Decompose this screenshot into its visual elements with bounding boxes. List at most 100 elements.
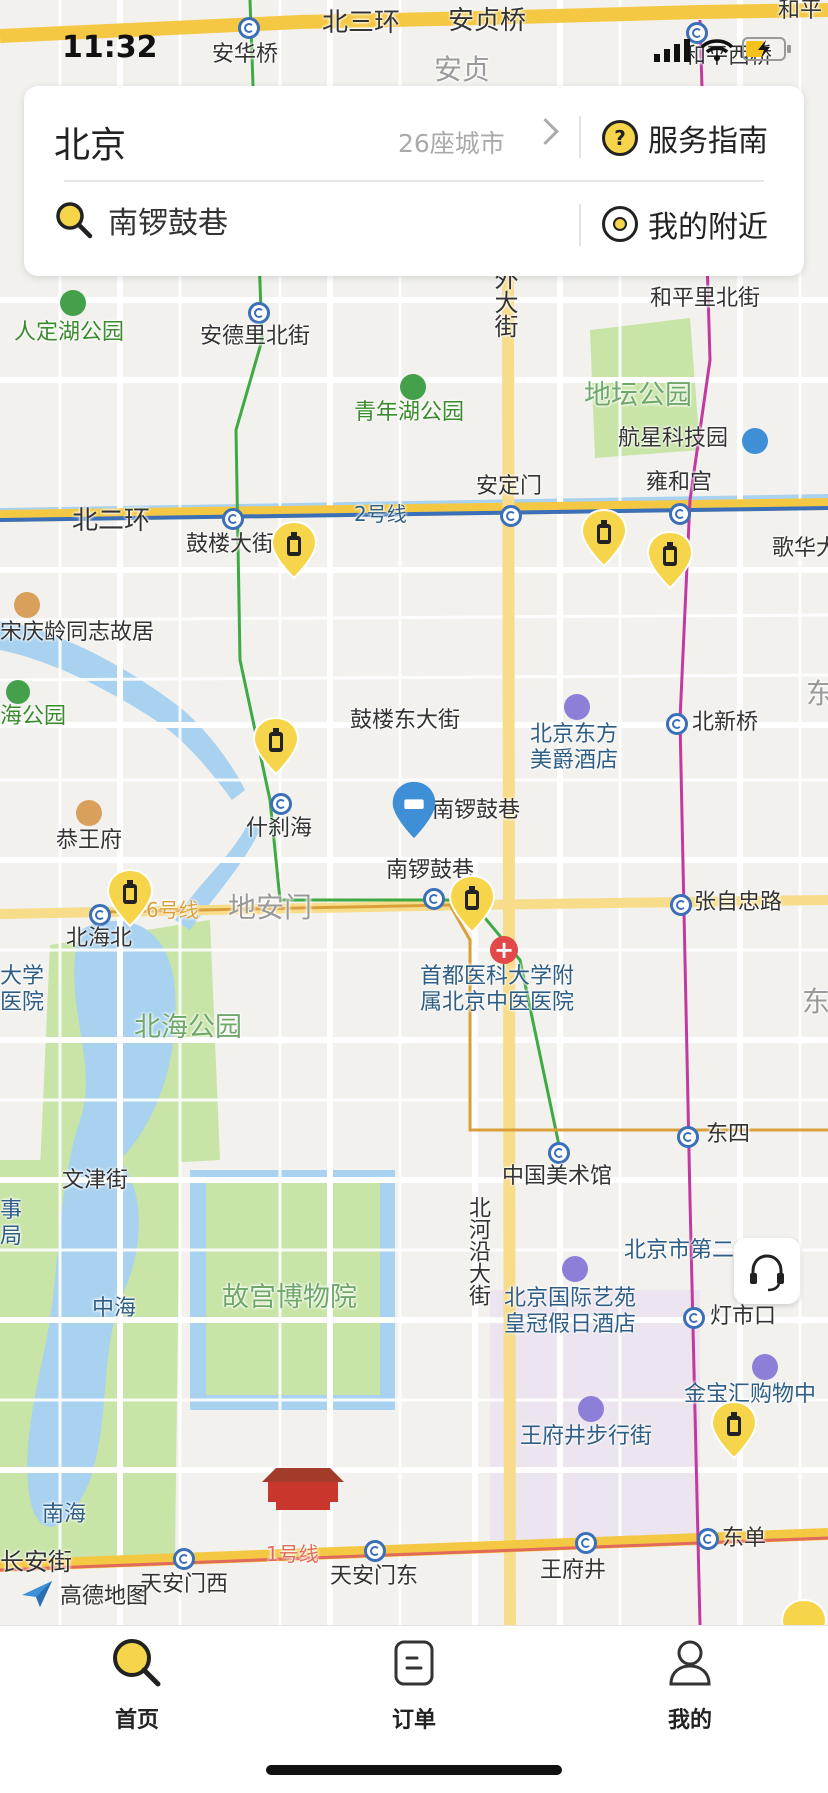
station-icon (548, 1142, 570, 1164)
search-icon (56, 202, 93, 239)
hospital-icon: + (490, 936, 518, 964)
tab-orders[interactable]: 订单 (334, 1636, 494, 1734)
destination-pin-icon[interactable] (390, 780, 438, 840)
home-indicator (266, 1765, 562, 1775)
map-label: 鼓楼东大街 (350, 708, 461, 733)
building-icon (742, 428, 768, 454)
city-selector[interactable]: 北京 (54, 116, 126, 168)
map-label: 青年湖公园 (354, 400, 465, 425)
search-card: 北京 26座城市 ? 服务指南 南锣鼓巷 我的附近 (24, 86, 804, 276)
luggage-locker-pin-icon[interactable] (252, 716, 300, 776)
map-label: 安定门 (476, 474, 543, 499)
station-icon (575, 1532, 597, 1554)
map-label: 北海北 (66, 926, 133, 951)
map-label: 属北京中医医院 (420, 990, 575, 1015)
map-label: 北京东方 (530, 722, 619, 747)
status-bar: 11:32 (0, 0, 828, 88)
search-input[interactable]: 南锣鼓巷 (54, 198, 228, 242)
status-time: 11:32 (62, 30, 158, 65)
map-label: 2号线 (354, 502, 407, 526)
map-label: 灯市口 (710, 1304, 777, 1329)
map-label: 北二环 (72, 506, 151, 536)
park-icon (60, 290, 86, 316)
station-icon (670, 894, 692, 916)
map-label: 雍和宫 (646, 470, 713, 495)
cellular-signal-icon (654, 39, 690, 62)
map-label: 王府井 (540, 1558, 607, 1583)
divider (579, 204, 581, 246)
luggage-locker-pin-icon[interactable] (270, 520, 318, 580)
station-icon (364, 1540, 386, 1562)
map-label: 南海 (42, 1502, 87, 1527)
help-icon: ? (602, 120, 638, 156)
map-label: 大学 (0, 964, 45, 989)
map-label: 北新桥 (692, 710, 759, 735)
service-guide-label: 服务指南 (648, 124, 768, 159)
locate-icon (602, 206, 638, 242)
home-search-icon (113, 1639, 161, 1687)
map-label: 安德里北街 (200, 324, 311, 349)
map-label: 北海公园 (134, 1012, 242, 1043)
luggage-locker-pin-icon[interactable] (106, 868, 154, 928)
map-label: 东 (802, 985, 828, 1018)
map-label: 宋庆龄同志故居 (0, 620, 155, 645)
station-icon (270, 793, 292, 815)
headset-icon (750, 1254, 784, 1292)
shopping-icon (752, 1354, 778, 1380)
map-label: 海公园 (0, 704, 67, 729)
tab-home-label: 首页 (114, 1708, 159, 1733)
map-label: 鼓楼大街 (186, 532, 275, 557)
chevron-right-icon[interactable] (532, 118, 559, 145)
map-label: 局 (0, 1224, 23, 1249)
shopping-icon (578, 1396, 604, 1422)
station-icon (683, 1307, 705, 1329)
luggage-locker-pin-icon[interactable] (646, 530, 694, 590)
city-count[interactable]: 26座城市 (398, 124, 505, 160)
map-label: 事 (0, 1198, 23, 1223)
divider (579, 116, 581, 158)
map-label: 地安门 (228, 891, 313, 924)
museum-icon (14, 592, 40, 618)
customer-service-button[interactable] (734, 1238, 800, 1304)
hotel-icon (564, 694, 590, 720)
orders-icon (394, 1640, 434, 1686)
station-icon (423, 888, 445, 910)
map-label: 人定湖公园 (14, 320, 125, 345)
station-icon (669, 503, 691, 525)
map-label: 美爵酒店 (530, 748, 619, 773)
map-label: 王府井步行街 (520, 1424, 653, 1449)
map-label: 东 (806, 677, 828, 710)
nearby-label: 我的附近 (648, 210, 768, 245)
luggage-locker-pin-icon[interactable] (448, 874, 496, 934)
wifi-icon (700, 39, 734, 61)
service-guide-button[interactable]: ? 服务指南 (602, 116, 768, 160)
station-icon (222, 508, 244, 530)
map-label: 天安门东 (330, 1564, 419, 1589)
tab-bar: 首页 订单 我的 (0, 1625, 828, 1793)
profile-icon (669, 1640, 711, 1686)
map-label: 长安街 (0, 1548, 72, 1576)
map-label: 和平里北街 (650, 286, 761, 311)
map-label: 文津街 (62, 1168, 129, 1193)
map-label: 东单 (722, 1526, 767, 1551)
station-icon (500, 505, 522, 527)
map-label: 南锣鼓巷 (432, 798, 521, 823)
map-label: 故宫博物院 (222, 1282, 357, 1313)
map-label: 首都医科大学附 (420, 964, 575, 989)
map-label: 什刹海 (246, 816, 313, 841)
luggage-locker-pin-icon[interactable] (580, 508, 628, 568)
tab-mine[interactable]: 我的 (610, 1636, 770, 1734)
hotel-icon (562, 1256, 588, 1282)
divider (64, 180, 764, 182)
map-label: 中海 (92, 1296, 137, 1321)
luggage-locker-pin-icon[interactable] (780, 1598, 828, 1625)
station-icon (697, 1528, 719, 1550)
map-label: 恭王府 (56, 828, 123, 853)
museum-icon (76, 800, 102, 826)
station-icon (677, 1126, 699, 1148)
nearby-button[interactable]: 我的附近 (602, 202, 768, 246)
map-label: 北京市第二 (624, 1238, 735, 1263)
battery-icon (742, 37, 791, 61)
tab-home[interactable]: 首页 (57, 1636, 217, 1734)
luggage-locker-pin-icon[interactable] (710, 1400, 758, 1460)
